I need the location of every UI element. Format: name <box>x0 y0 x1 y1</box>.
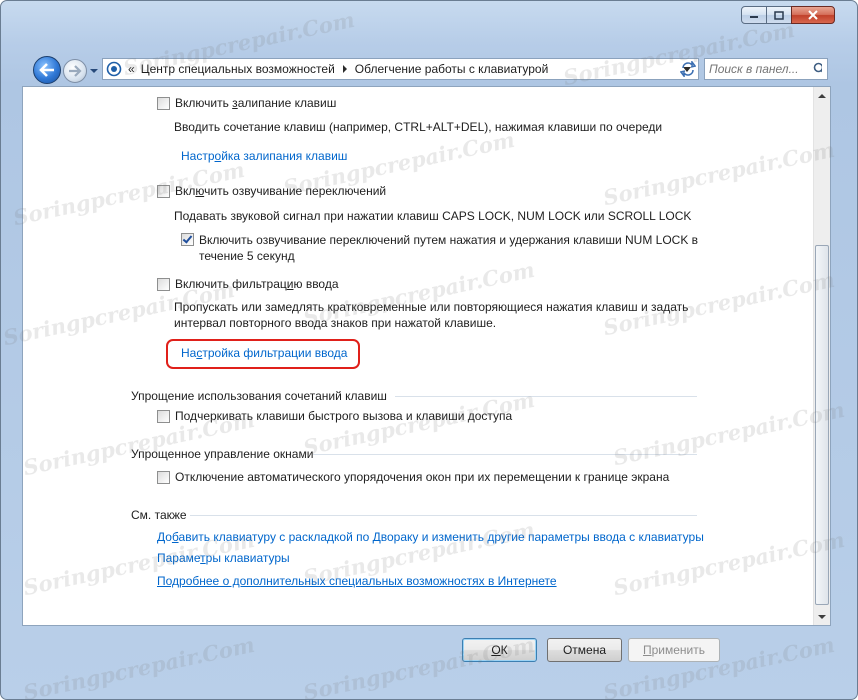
cancel-button[interactable]: Отмена <box>547 638 622 662</box>
sticky-keys-settings-link[interactable]: Настройка залипания клавиш <box>181 148 347 164</box>
vertical-scrollbar[interactable] <box>813 87 830 625</box>
address-overflow-chevron[interactable]: « <box>128 62 135 76</box>
minimize-button[interactable] <box>741 6 767 24</box>
online-accessibility-link[interactable]: Подробнее о дополнительных специальных в… <box>157 573 557 589</box>
filter-keys-checkbox[interactable] <box>157 278 170 291</box>
disable-auto-arrange-checkbox[interactable] <box>157 471 170 484</box>
watermark-text: Soringpcrepair.Com <box>20 631 257 700</box>
disable-auto-arrange-label: Отключение автоматического упорядочения … <box>175 470 670 484</box>
maximize-button[interactable] <box>766 6 792 24</box>
scroll-down-icon <box>818 614 826 619</box>
toggle-keys-label: Включить озвучивание переключений <box>175 184 387 198</box>
shortcuts-section-heading: Упрощение использования сочетаний клавиш <box>131 389 387 403</box>
breadcrumb-separator-icon[interactable] <box>338 64 352 74</box>
close-icon <box>808 10 818 20</box>
shortcuts-section-divider <box>395 396 697 397</box>
search-box[interactable] <box>704 58 828 80</box>
toggle-keys-checkbox[interactable] <box>157 185 170 198</box>
maximize-icon <box>774 10 784 20</box>
scroll-up-button[interactable] <box>814 87 830 104</box>
breadcrumb-keyboard-ease[interactable]: Облегчение работы с клавиатурой <box>355 62 549 76</box>
arrow-left-icon <box>39 63 54 77</box>
apply-button[interactable]: Применить <box>628 638 720 662</box>
forward-button[interactable] <box>63 59 87 83</box>
breadcrumb-ease-of-access-center[interactable]: Центр специальных возможностей <box>141 62 335 76</box>
disable-auto-arrange-option[interactable]: Отключение автоматического упорядочения … <box>157 471 669 484</box>
scroll-down-button[interactable] <box>814 608 830 625</box>
sticky-keys-checkbox[interactable] <box>157 97 170 110</box>
dvorak-layout-link[interactable]: Добавить клавиатуру с раскладкой по Двор… <box>157 529 704 545</box>
underline-shortcuts-label: Подчеркивать клавиши быстрого вызова и к… <box>175 409 513 423</box>
address-bar[interactable]: « Центр специальных возможностей Облегче… <box>102 58 699 80</box>
filter-keys-label: Включить фильтрацию ввода <box>175 277 339 291</box>
scrollbar-thumb[interactable] <box>815 245 829 605</box>
toggle-keys-option[interactable]: Включить озвучивание переключений <box>157 185 386 198</box>
highlight-annotation-frame <box>166 339 360 369</box>
numlock-hold-checkbox[interactable] <box>181 233 194 246</box>
refresh-button[interactable] <box>676 58 700 80</box>
window-mgmt-section-heading: Упрощенное управление окнами <box>131 447 314 461</box>
scroll-up-icon <box>818 93 826 98</box>
control-panel-icon <box>106 61 122 77</box>
see-also-divider <box>190 515 697 516</box>
keyboard-settings-link[interactable]: Параметры клавиатуры <box>157 550 290 566</box>
back-button[interactable] <box>33 56 61 84</box>
numlock-hold-option[interactable]: Включить озвучивание переключений путем … <box>181 232 698 264</box>
minimize-icon <box>750 16 758 18</box>
close-button[interactable] <box>791 6 835 24</box>
search-icon[interactable] <box>813 62 822 76</box>
sticky-keys-option[interactable]: Включить залипание клавиш <box>157 97 336 110</box>
window-mgmt-section-divider <box>313 454 697 455</box>
underline-shortcuts-option[interactable]: Подчеркивать клавиши быстрого вызова и к… <box>157 410 512 423</box>
arrow-right-icon <box>69 65 82 77</box>
recent-pages-dropdown[interactable] <box>89 67 99 75</box>
numlock-hold-label: Включить озвучивание переключений путем … <box>199 233 699 263</box>
filter-keys-option[interactable]: Включить фильтрацию ввода <box>157 278 339 291</box>
search-input[interactable] <box>705 60 813 78</box>
ok-button[interactable]: ОК <box>462 638 537 662</box>
sticky-keys-label: Включить залипание клавиш <box>175 96 337 110</box>
see-also-heading: См. также <box>131 508 187 522</box>
control-panel-window: « Центр специальных возможностей Облегче… <box>0 0 858 700</box>
underline-shortcuts-checkbox[interactable] <box>157 410 170 423</box>
content-pane: Включить залипание клавиш Вводить сочета… <box>22 86 831 626</box>
caption-buttons <box>741 6 835 24</box>
toggle-keys-description: Подавать звуковой сигнал при нажатии кла… <box>174 209 692 223</box>
filter-keys-description-line1: Пропускать или замедлять кратковременные… <box>174 300 689 314</box>
sticky-keys-description: Вводить сочетание клавиш (например, CTRL… <box>174 120 663 134</box>
filter-keys-description-line2: интервал повторного ввода знаков при наж… <box>174 316 497 330</box>
refresh-icon <box>680 61 696 77</box>
